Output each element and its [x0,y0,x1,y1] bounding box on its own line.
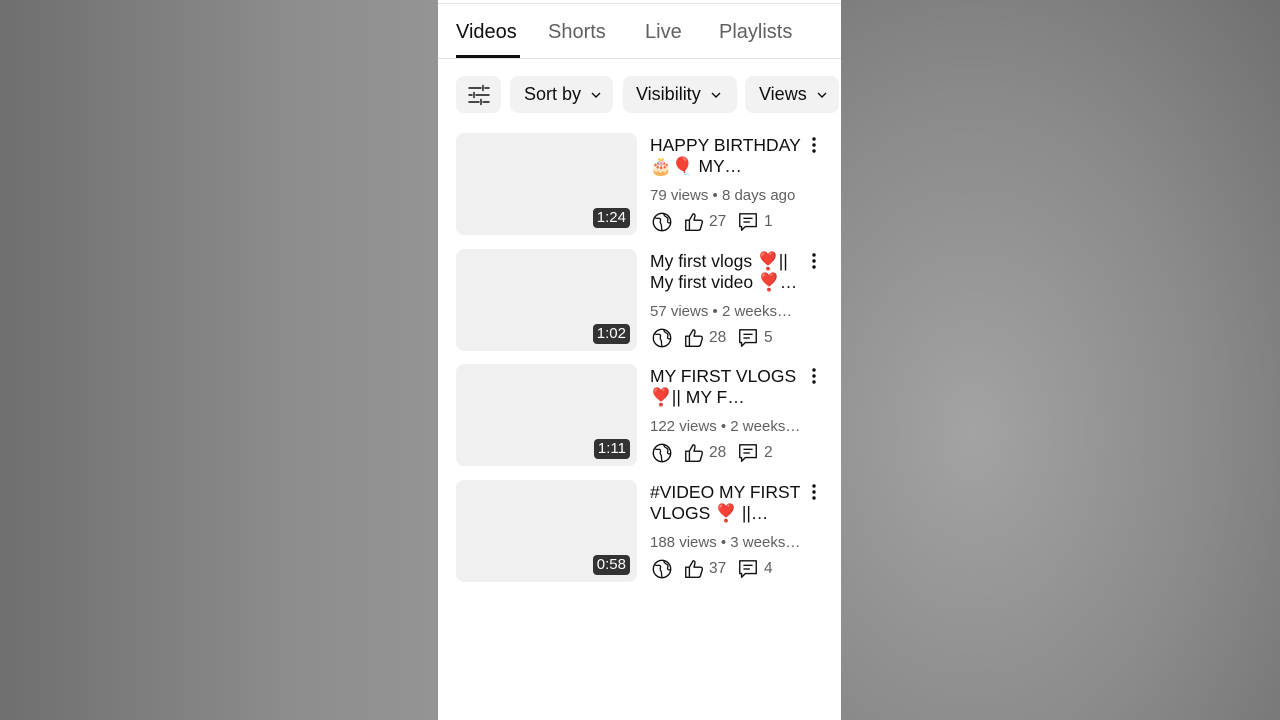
more-options-icon[interactable] [804,482,824,502]
comment-icon [739,329,757,347]
thumbs-up-icon [685,444,704,462]
video-title[interactable]: My first vlogs ❣️|| My first video ❣️… [650,251,805,293]
filter-bar: Sort by Visibility Views [438,76,841,113]
like-count: 28 [709,444,727,461]
tab-videos[interactable]: Videos [456,20,517,44]
more-options-icon[interactable] [804,366,824,386]
video-stats: 27 1 [650,211,830,233]
like-count: 27 [709,213,727,230]
visibility-chip[interactable]: Visibility [623,76,737,113]
video-title[interactable]: MY FIRST VLOGS ❣️|| MY F… [650,366,805,408]
like-count: 28 [709,329,727,346]
chevron-down-icon [817,92,827,98]
tab-live[interactable]: Live [645,20,682,44]
sort-by-label: Sort by [524,84,582,104]
video-meta: 122 views • 2 weeks… [650,418,801,435]
thumbs-up-icon [685,213,704,231]
sort-by-chip[interactable]: Sort by [510,76,613,113]
video-title[interactable]: HAPPY BIRTHDAY 🎂🎈 MY FRIEND… [650,135,805,177]
comment-count: 1 [764,213,773,230]
active-tab-indicator [456,55,520,58]
video-meta: 79 views • 8 days ago [650,187,796,204]
more-options-icon[interactable] [804,135,824,155]
comment-icon [739,444,757,462]
duration-badge: 1:24 [592,208,630,228]
comment-count: 5 [764,329,773,346]
thumbs-up-icon [685,560,704,578]
upload-age: 2 weeks… [721,303,792,320]
video-meta: 57 views • 2 weeks… [650,303,792,320]
comment-count: 2 [764,444,773,461]
background-left [0,0,438,720]
views-chip[interactable]: Views [745,76,839,113]
video-thumbnail[interactable]: 0:58 [456,480,637,582]
studio-content-screen: Videos Shorts Live Playlists Sort by Vis… [438,0,841,720]
video-thumbnail[interactable]: 1:02 [456,249,637,351]
view-count: 188 views [650,534,717,551]
duration-badge: 0:58 [592,555,630,575]
video-stats: 28 2 [650,442,830,464]
views-label: Views [759,84,807,104]
view-count: 57 views [650,303,709,320]
visibility-label: Visibility [636,84,701,104]
view-count: 122 views [650,418,717,435]
video-stats: 28 5 [650,327,830,349]
video-title[interactable]: #VIDEO MY FIRST VLOGS ❣️ || onle… [650,482,805,524]
content-tabs: Videos Shorts Live Playlists [438,0,841,59]
duration-badge: 1:02 [592,324,630,344]
video-stats: 37 4 [650,558,830,580]
video-list-item[interactable]: 0:58 #VIDEO MY FIRST VLOGS ❣️ || onle… 1… [438,480,841,583]
upload-age: 2 weeks… [730,418,801,435]
globe-icon [652,559,672,579]
thumbs-up-icon [685,329,704,347]
upload-age: 3 weeks… [730,534,801,551]
like-count: 37 [709,560,727,577]
video-thumbnail[interactable]: 1:11 [456,364,637,466]
view-count: 79 views [650,187,709,204]
tab-shorts[interactable]: Shorts [548,20,606,44]
chevron-down-icon [711,92,721,98]
tab-playlists[interactable]: Playlists [719,20,792,44]
globe-icon [652,328,672,348]
comment-icon [739,560,757,578]
more-options-icon[interactable] [804,251,824,271]
video-list-item[interactable]: 1:24 HAPPY BIRTHDAY 🎂🎈 MY FRIEND… 79 vie… [438,133,841,236]
background-right [841,0,1280,720]
video-list-item[interactable]: 1:02 My first vlogs ❣️|| My first video … [438,249,841,352]
comment-icon [739,213,757,231]
video-meta: 188 views • 3 weeks… [650,534,801,551]
video-thumbnail[interactable]: 1:24 [456,133,637,235]
globe-icon [652,212,672,232]
filter-button[interactable] [456,76,501,113]
globe-icon [652,443,672,463]
chevron-down-icon [591,92,601,98]
upload-age: 8 days ago [721,187,796,204]
duration-badge: 1:11 [593,439,630,459]
sliders-icon [467,84,490,105]
comment-count: 4 [764,560,773,577]
video-list-item[interactable]: 1:11 MY FIRST VLOGS ❣️|| MY F… 122 views… [438,364,841,467]
